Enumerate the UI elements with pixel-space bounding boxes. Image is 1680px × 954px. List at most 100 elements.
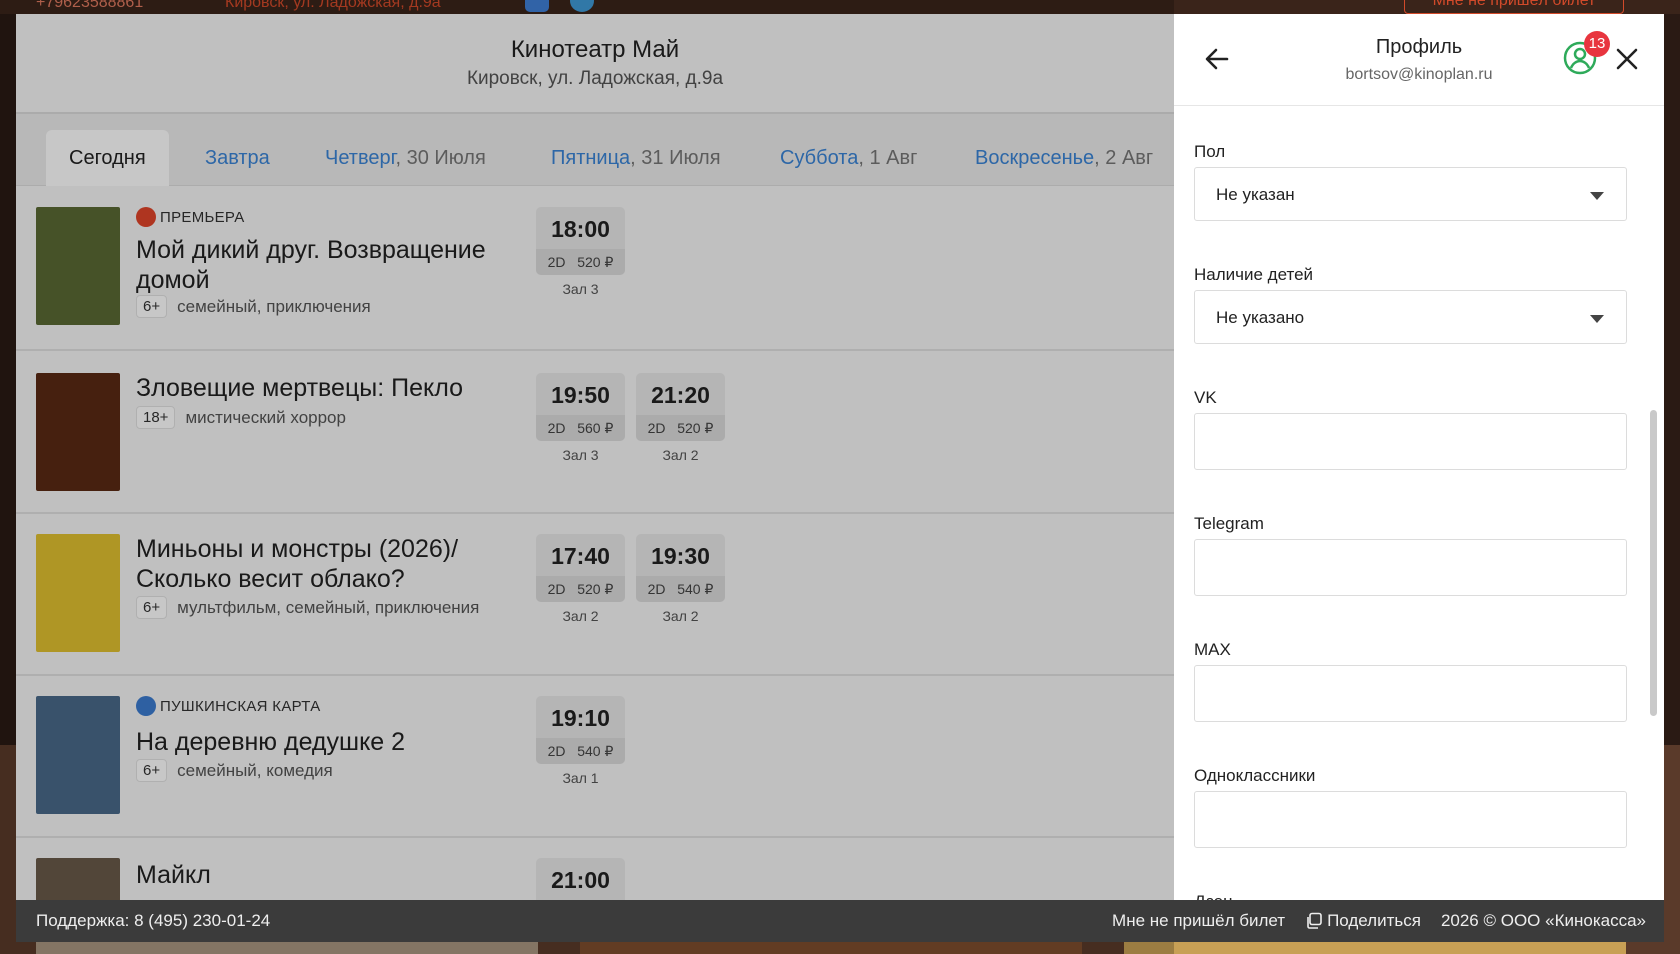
movie-title[interactable]: Миньоны и монстры (2026)/ Сколько весит … [136, 534, 506, 594]
cinema-title: Кинотеатр Май [510, 36, 680, 63]
tab-label: Суббота [780, 147, 859, 169]
session-slot[interactable]: 18:00 2D 520 ₽ Зал 3 [536, 207, 625, 297]
profile-drawer: Профиль bortsov@kinoplan.ru 13 Пол Не ук… [1174, 14, 1664, 900]
session-slot[interactable]: 21:20 2D 520 ₽ Зал 2 [636, 373, 725, 463]
date-tabs: Сегодня Завтра Четверг, 30 Июля Пятница,… [16, 114, 1174, 186]
telegram-label: Telegram [1194, 514, 1264, 533]
age-rating: 6+ [136, 596, 168, 619]
session-format-price: 2D 540 ₽ [636, 576, 725, 602]
session-time: 19:30 [651, 543, 710, 569]
movie-title[interactable]: Майкл [136, 860, 506, 890]
session-time: 21:20 [651, 382, 710, 408]
movie-poster[interactable] [36, 858, 120, 900]
children-label: Наличие детей [1194, 265, 1314, 284]
vk-icon [525, 0, 549, 12]
vk-input[interactable] [1194, 413, 1627, 470]
movie-row[interactable]: Майкл 21:00 [16, 838, 1174, 900]
tab-tomorrow[interactable]: Завтра [205, 130, 270, 186]
movie-row[interactable]: Миньоны и монстры (2026)/ Сколько весит … [16, 514, 1174, 676]
close-icon[interactable] [1612, 44, 1642, 74]
movie-poster[interactable] [36, 207, 120, 325]
session-time: 19:50 [551, 382, 610, 408]
tab-date: , 30 Июля [395, 147, 486, 169]
movie-poster[interactable] [36, 534, 120, 652]
movie-genres: семейный, комедия [177, 760, 333, 780]
pushkin-card-icon [136, 696, 156, 716]
session-format-price: 2D 560 ₽ [536, 415, 625, 441]
session-time: 17:40 [551, 543, 610, 569]
movie-row[interactable]: Зловещие мертвецы: Пекло 18+ мистический… [16, 351, 1174, 514]
session-hall: Зал 3 [562, 281, 599, 297]
scrollbar[interactable] [1650, 410, 1657, 716]
session-slot[interactable]: 17:40 2D 520 ₽ Зал 2 [536, 534, 625, 624]
movie-poster[interactable] [36, 373, 120, 491]
movie-meta: 18+ мистический хоррор [136, 406, 346, 429]
movie-genres: семейный, приключения [177, 296, 371, 316]
schedule-panel: Кинотеатр Май Кировск, ул. Ладожская, д.… [16, 14, 1174, 900]
badge-label: ПРЕМЬЕРА [160, 208, 245, 226]
movie-title[interactable]: На деревню дедушке 2 [136, 727, 506, 757]
movie-title[interactable]: Мой дикий друг. Возвращение домой [136, 235, 506, 295]
session-format-price: 2D 540 ₽ [536, 738, 625, 764]
dzen-label: Дзен [1194, 892, 1233, 900]
session-hall: Зал 1 [562, 770, 599, 786]
tab-sunday[interactable]: Воскресенье, 2 Авг [975, 130, 1153, 186]
age-rating: 6+ [136, 295, 168, 318]
chevron-down-icon [1590, 315, 1604, 323]
session-hall: Зал 3 [562, 447, 599, 463]
tab-friday[interactable]: Пятница, 31 Июля [551, 130, 721, 186]
tab-label: Пятница [551, 147, 631, 169]
cinema-address: Кировск, ул. Ладожская, д.9а [466, 68, 724, 89]
gender-label: Пол [1194, 142, 1226, 161]
children-select[interactable]: Не указано [1194, 290, 1627, 344]
odnoklassniki-input[interactable] [1194, 791, 1627, 848]
tab-date: , 2 Авг [1094, 147, 1154, 169]
tab-label: Воскресенье [975, 147, 1095, 169]
telegram-input[interactable] [1194, 539, 1627, 596]
age-rating: 18+ [136, 406, 176, 429]
tab-date: , 1 Авг [858, 147, 918, 169]
copy-icon [1307, 912, 1322, 929]
premiere-badge: ПРЕМЬЕРА [136, 207, 245, 227]
session-slot[interactable]: 19:30 2D 540 ₽ Зал 2 [636, 534, 725, 624]
max-input[interactable] [1194, 665, 1627, 722]
movie-meta: 6+ семейный, комедия [136, 759, 333, 782]
children-value: Не указано [1216, 308, 1305, 327]
session-format-price: 2D 520 ₽ [536, 249, 625, 275]
share-label: Поделиться [1327, 911, 1421, 930]
session-hall: Зал 2 [662, 447, 699, 463]
gender-select[interactable]: Не указан [1194, 167, 1627, 221]
movie-poster[interactable] [36, 696, 120, 814]
lost-ticket-link[interactable]: Мне не пришёл билет [1112, 911, 1285, 931]
support-phone[interactable]: Поддержка: 8 (495) 230-01-24 [36, 911, 270, 931]
session-slot[interactable]: 19:50 2D 560 ₽ Зал 3 [536, 373, 625, 463]
max-label: MAX [1194, 640, 1231, 659]
session-time: 18:00 [551, 216, 610, 242]
movie-row[interactable]: ПУШКИНСКАЯ КАРТА На деревню дедушке 2 6+… [16, 676, 1174, 838]
odnoklassniki-label: Одноклассники [1194, 766, 1316, 785]
vk-label: VK [1194, 388, 1217, 407]
tab-label: Завтра [205, 147, 270, 169]
session-slot[interactable]: 21:00 [536, 858, 625, 900]
cinema-header: Кинотеатр Май Кировск, ул. Ладожская, д.… [16, 14, 1174, 114]
share-button[interactable]: Поделиться [1305, 911, 1421, 931]
movie-title[interactable]: Зловещие мертвецы: Пекло [136, 373, 506, 403]
movie-meta: 6+ мультфильм, семейный, приключения [136, 596, 479, 619]
tab-thursday[interactable]: Четверг, 30 Июля [325, 130, 486, 186]
tab-today[interactable]: Сегодня [46, 130, 169, 186]
tab-label: Сегодня [69, 147, 146, 169]
tab-saturday[interactable]: Суббота, 1 Авг [780, 130, 917, 186]
movie-meta: 6+ семейный, приключения [136, 295, 371, 318]
footer-bar: Поддержка: 8 (495) 230-01-24 Мне не приш… [16, 900, 1664, 942]
tab-date: , 31 Июля [630, 147, 721, 169]
notification-badge[interactable]: 13 [1584, 31, 1610, 57]
session-hall: Зал 2 [662, 608, 699, 624]
session-slot[interactable]: 19:10 2D 540 ₽ Зал 1 [536, 696, 625, 786]
movie-row[interactable]: ПРЕМЬЕРА Мой дикий друг. Возвращение дом… [16, 187, 1174, 351]
profile-form: Пол Не указан Наличие детей Не указано V… [1194, 106, 1629, 900]
profile-header: Профиль bortsov@kinoplan.ru 13 [1174, 14, 1664, 106]
chevron-down-icon [1590, 192, 1604, 200]
movie-genres: мультфильм, семейный, приключения [177, 597, 480, 617]
session-time: 19:10 [551, 705, 610, 731]
footer-links: Мне не пришёл билет Поделиться 2026 © ОО… [1112, 911, 1646, 931]
